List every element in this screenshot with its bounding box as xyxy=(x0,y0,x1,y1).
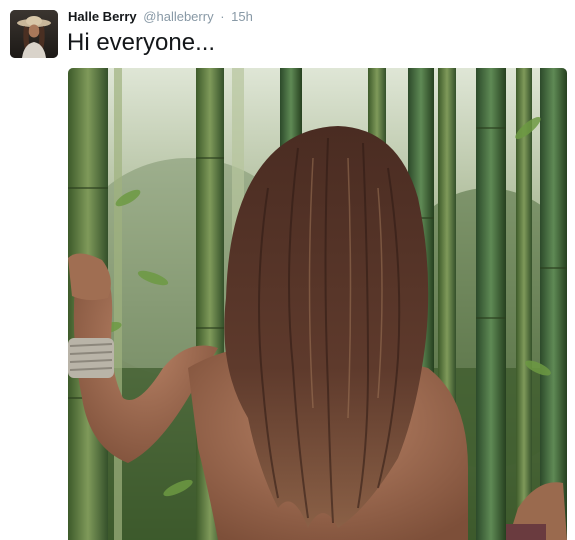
author-username[interactable]: @halleberry xyxy=(143,9,213,24)
tweet-timestamp[interactable]: 15h xyxy=(231,9,253,24)
tweet-header: Halle Berry @halleberry · 15h xyxy=(68,8,253,26)
tweet-photo-icon xyxy=(68,68,567,540)
tweet: Halle Berry @halleberry · 15h Hi everyon… xyxy=(0,0,575,540)
profile-photo-icon xyxy=(10,10,58,58)
tweet-text: Hi everyone... xyxy=(67,29,216,56)
author-name[interactable]: Halle Berry xyxy=(68,9,137,24)
tweet-media[interactable] xyxy=(68,68,567,540)
separator-dot: · xyxy=(220,9,225,24)
avatar[interactable] xyxy=(10,10,58,58)
